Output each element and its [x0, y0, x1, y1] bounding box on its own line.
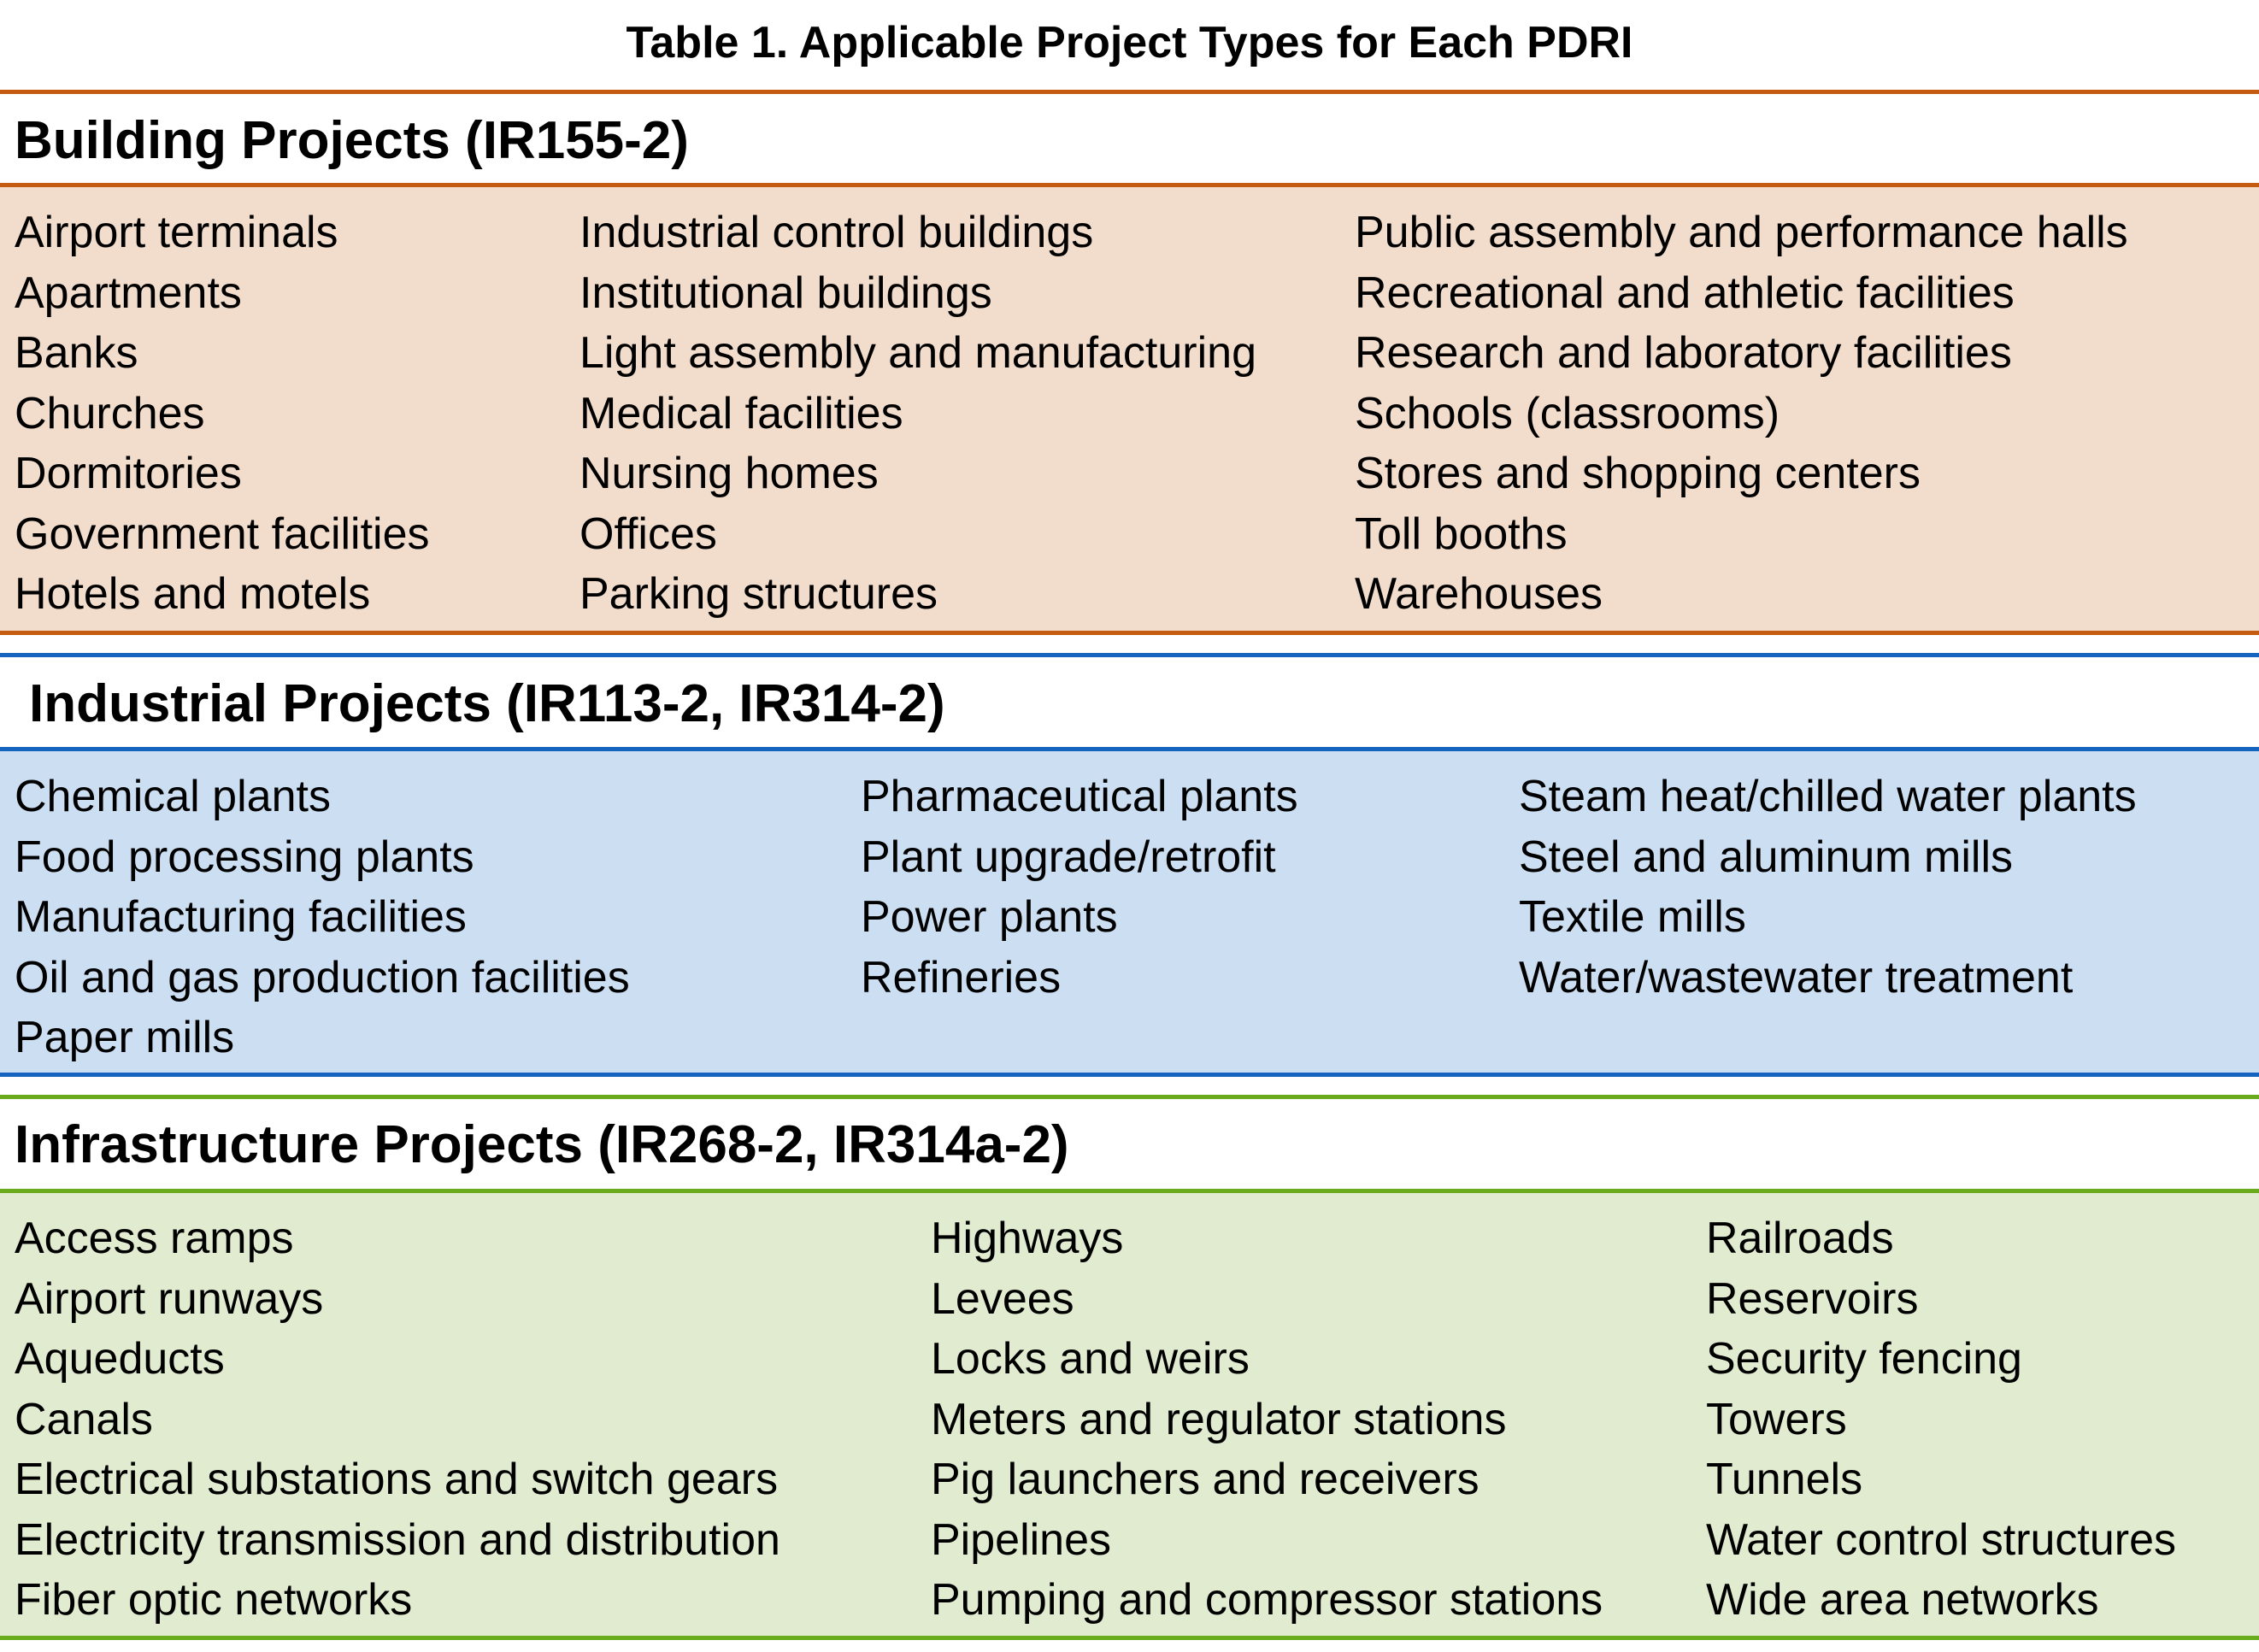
list-item: Steam heat/chilled water plants — [1519, 772, 2137, 821]
section-bottom-rule — [0, 1636, 2259, 1640]
column-2: Highways Levees Locks and weirs Meters and … — [931, 1208, 1603, 1631]
section-heading: Building Projects (IR155-2) — [15, 111, 689, 170]
list-item: Medical facilities — [579, 388, 903, 438]
column-3: Railroads Reservoirs Security fencing Tower… — [1706, 1208, 2176, 1631]
list-item: Plant upgrade/retrofit — [861, 832, 1276, 882]
column-3: Steam heat/chilled water plants Steel and… — [1519, 767, 2137, 1008]
list-item: Meters and regulator stations — [931, 1394, 1507, 1444]
list-item: Fiber optic networks — [15, 1575, 413, 1625]
column-2: Industrial control buildings Institutiona… — [579, 203, 1256, 625]
section-bottom-rule — [0, 1073, 2259, 1077]
list-item: Canals — [15, 1394, 153, 1444]
list-item: Parking structures — [579, 569, 938, 619]
list-item: Churches — [15, 388, 205, 438]
list-item: Pumping and compressor stations — [931, 1575, 1603, 1625]
section-body: Airport terminals Apartments Banks Churches… — [0, 187, 2259, 631]
column-2: Pharmaceutical plants Plant upgrade/retro… — [861, 767, 1298, 1008]
list-item: Reservoirs — [1706, 1273, 1919, 1324]
section-top-rule — [0, 653, 2259, 657]
list-item: Power plants — [861, 892, 1118, 942]
section-heading: Industrial Projects (IR113-2, IR314-2) — [29, 674, 945, 733]
list-item: Government facilities — [15, 509, 430, 559]
list-item: Towers — [1706, 1394, 1847, 1444]
list-item: Levees — [931, 1273, 1074, 1324]
section-body: Access ramps Airport runways Aqueducts Cana… — [0, 1193, 2259, 1637]
column-1: Access ramps Airport runways Aqueducts Cana… — [15, 1208, 780, 1631]
list-item: Pipelines — [931, 1514, 1112, 1565]
list-item: Paper mills — [15, 1013, 235, 1062]
list-item: Electrical substations and switch gears — [15, 1455, 779, 1504]
list-item: Locks and weirs — [931, 1334, 1250, 1384]
list-item: Oil and gas production facilities — [15, 952, 630, 1002]
list-item: Tunnels — [1706, 1455, 1863, 1504]
section-bottom-rule — [0, 631, 2259, 635]
list-item: Pharmaceutical plants — [861, 772, 1298, 821]
list-item: Industrial control buildings — [579, 208, 1094, 257]
list-item: Offices — [579, 509, 717, 559]
section-heading: Infrastructure Projects (IR268-2, IR314a… — [15, 1115, 1069, 1174]
list-item: Highways — [931, 1214, 1124, 1263]
list-item: Schools (classrooms) — [1355, 388, 1780, 438]
list-item: Hotels and motels — [15, 569, 371, 619]
list-item: Light assembly and manufacturing — [579, 328, 1257, 378]
list-item: Railroads — [1706, 1214, 1894, 1263]
list-item: Airport terminals — [15, 208, 338, 257]
list-item: Pig launchers and receivers — [931, 1455, 1480, 1504]
list-item: Chemical plants — [15, 772, 331, 821]
section-body: Chemical plants Food processing plants Man… — [0, 751, 2259, 1074]
list-item: Aqueducts — [15, 1334, 225, 1384]
list-item: Warehouses — [1355, 569, 1603, 619]
column-1: Airport terminals Apartments Banks Churches… — [15, 203, 430, 625]
list-item: Water control structures — [1706, 1514, 2177, 1565]
list-item: Refineries — [861, 952, 1062, 1002]
list-item: Textile mills — [1519, 892, 1746, 942]
list-item: Manufacturing facilities — [15, 892, 467, 942]
list-item: Electricity transmission and distributio… — [15, 1514, 780, 1565]
list-item: Water/wastewater treatment — [1519, 952, 2074, 1002]
column-3: Public assembly and performance halls Rec… — [1355, 203, 2128, 625]
list-item: Stores and shopping centers — [1355, 449, 1921, 498]
list-item: Security fencing — [1706, 1334, 2022, 1384]
list-item: Wide area networks — [1706, 1575, 2099, 1625]
list-item: Steel and aluminum mills — [1519, 832, 2014, 882]
list-item: Public assembly and performance halls — [1355, 208, 2128, 257]
list-item: Airport runways — [15, 1273, 324, 1324]
list-item: Recreational and athletic facilities — [1355, 267, 2015, 318]
list-item: Food processing plants — [15, 832, 474, 882]
list-item: Dormitories — [15, 449, 242, 498]
list-item: Institutional buildings — [579, 267, 992, 318]
list-item: Toll booths — [1355, 509, 1568, 559]
list-item: Research and laboratory facilities — [1355, 328, 2012, 378]
list-item: Nursing homes — [579, 449, 879, 498]
table-title: Table 1. Applicable Project Types for Ea… — [626, 18, 1633, 68]
list-item: Banks — [15, 328, 138, 378]
section-top-rule — [0, 90, 2259, 94]
list-item: Access ramps — [15, 1214, 294, 1263]
list-item: Apartments — [15, 267, 242, 318]
column-1: Chemical plants Food processing plants Man… — [15, 767, 630, 1068]
section-top-rule — [0, 1095, 2259, 1099]
